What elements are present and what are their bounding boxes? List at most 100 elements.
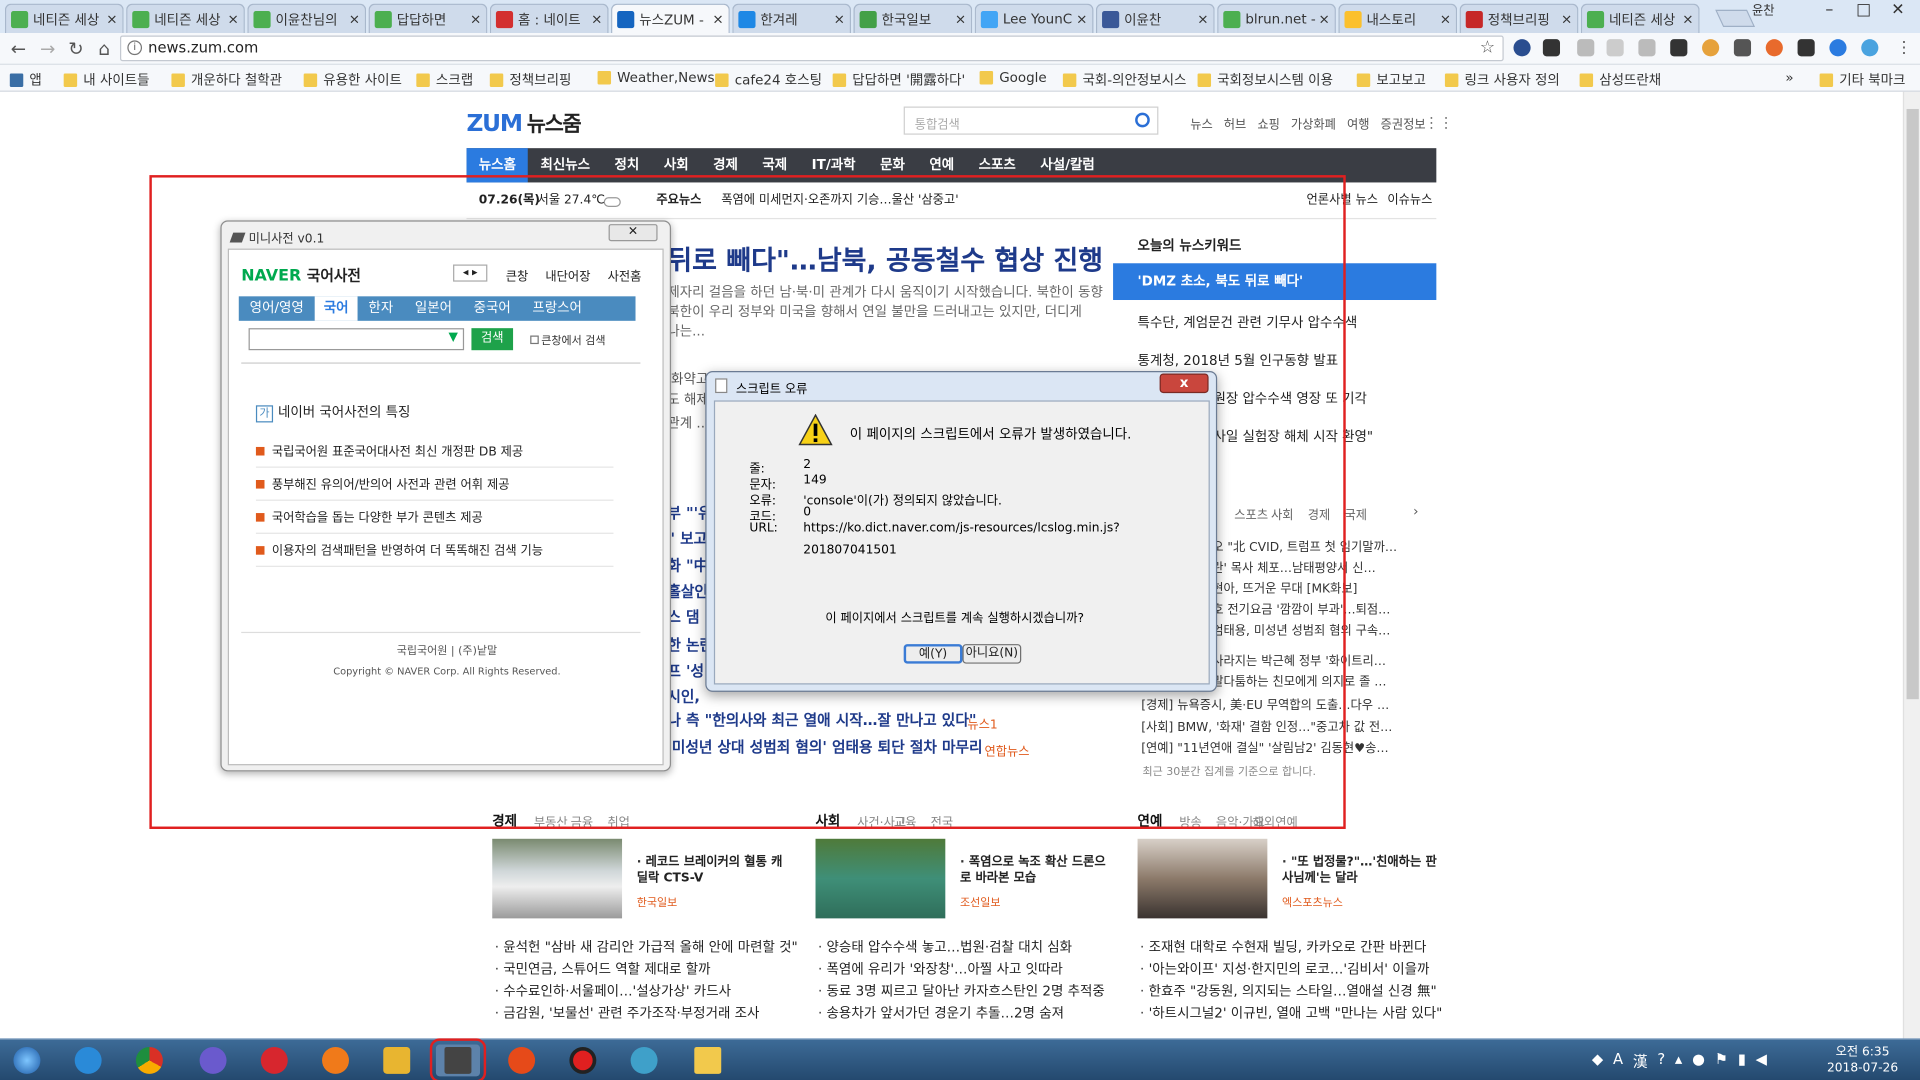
news-thumbnail[interactable] bbox=[815, 838, 946, 919]
minimize-icon[interactable]: – bbox=[1812, 0, 1846, 22]
tab-close-icon[interactable]: × bbox=[591, 11, 602, 27]
opera-icon[interactable] bbox=[255, 1044, 294, 1076]
browser-tab[interactable]: 답답하면 × bbox=[368, 3, 488, 34]
yes-button[interactable]: 예(Y) bbox=[903, 644, 963, 664]
mini-option-link[interactable]: 사전홈 bbox=[608, 266, 642, 284]
section-news-item[interactable]: 동료 3명 찌르고 달아난 카자흐스탄인 2명 추적중 bbox=[818, 981, 1105, 1001]
mini-dict-tab[interactable]: 국어 bbox=[314, 296, 358, 321]
clock[interactable]: 오전 6:35 2018-07-26 bbox=[1827, 1044, 1898, 1076]
forward-icon[interactable]: → bbox=[37, 38, 59, 60]
card-headline[interactable]: 레코드 브레이커의 혈통 캐딜락 CTS-V bbox=[637, 855, 794, 887]
prev-next-arrows[interactable]: ◂ ▸ bbox=[453, 264, 488, 282]
mini-dict-tab[interactable]: 프랑스어 bbox=[522, 296, 593, 320]
top-link[interactable]: 증권정보 bbox=[1381, 114, 1426, 132]
tab-close-icon[interactable]: × bbox=[1440, 11, 1451, 27]
input-mode-icon[interactable]: A bbox=[1613, 1051, 1623, 1072]
browser-tab[interactable]: blrun.net - × bbox=[1217, 3, 1336, 34]
checkbox-icon[interactable] bbox=[530, 335, 539, 345]
section-news-item[interactable]: 송용차가 앞서가던 경운기 추돌…2명 숨져 bbox=[818, 1003, 1064, 1023]
browser-tab[interactable]: 한국일보 × bbox=[853, 3, 973, 34]
section-news-item[interactable]: 국민연금, 스튜어드 역할 제대로 할까 bbox=[495, 959, 710, 979]
flag-icon[interactable]: ⚑ bbox=[1715, 1051, 1728, 1072]
bookmark-other[interactable]: 기타 북마크 bbox=[1819, 70, 1905, 90]
section-news-item[interactable]: 폭염에 유리가 '와장창'…아찔 사고 잇따라 bbox=[818, 959, 1063, 979]
tab-close-icon[interactable]: × bbox=[1076, 11, 1087, 27]
section-news-item[interactable]: 조재현 대학로 수현재 빌딩, 카카오로 간판 바뀐다 bbox=[1140, 937, 1427, 957]
maximize-icon[interactable]: □ bbox=[1847, 0, 1881, 22]
mini-search-input[interactable]: ▼ bbox=[248, 328, 465, 351]
card-headline[interactable]: 폭염으로 녹조 확산 드론으로 바라본 모습 bbox=[960, 855, 1117, 887]
back-icon[interactable]: ← bbox=[7, 38, 29, 60]
folder-icon[interactable] bbox=[688, 1044, 727, 1076]
menu-icon[interactable]: ⋮ bbox=[1893, 38, 1915, 60]
tab-close-icon[interactable]: × bbox=[1197, 11, 1208, 27]
extension-icon[interactable] bbox=[1513, 39, 1531, 57]
tab-close-icon[interactable]: × bbox=[1682, 11, 1693, 27]
bookmark-item[interactable]: 앱 bbox=[9, 70, 42, 90]
mini-option-link[interactable]: 내단어장 bbox=[545, 266, 590, 284]
bookmark-item[interactable]: 삼성뜨란채 bbox=[1579, 70, 1661, 90]
app-icon[interactable] bbox=[193, 1044, 232, 1076]
rss-icon[interactable] bbox=[1606, 39, 1624, 57]
profile-button[interactable]: 윤찬 bbox=[1736, 2, 1790, 22]
top-link[interactable]: 허브 bbox=[1224, 114, 1247, 132]
category-tab[interactable]: 국제 bbox=[1345, 504, 1368, 522]
news-thumbnail[interactable] bbox=[492, 838, 623, 919]
browser-tab[interactable]: 홈 : 네이트 × bbox=[489, 3, 609, 34]
top-link[interactable]: 쇼핑 bbox=[1257, 114, 1280, 132]
bookmarks-more[interactable]: » bbox=[1785, 70, 1793, 86]
scroll-thumb[interactable] bbox=[1906, 108, 1919, 700]
search-input[interactable]: 통합검색 bbox=[903, 106, 1159, 135]
dictionary-app-icon[interactable] bbox=[429, 1038, 487, 1080]
browser-tab[interactable]: 네티즌 세상 × bbox=[126, 3, 245, 34]
tab-close-icon[interactable]: × bbox=[106, 11, 117, 27]
help-icon[interactable]: ? bbox=[1657, 1051, 1665, 1072]
top-link[interactable]: 뉴스 bbox=[1190, 114, 1213, 132]
mini-search-button[interactable]: 검색 bbox=[471, 328, 514, 351]
bookmark-item[interactable]: 내 사이트들 bbox=[63, 70, 150, 90]
cloud-icon[interactable] bbox=[1861, 39, 1879, 57]
tab-close-icon[interactable]: × bbox=[1319, 11, 1330, 27]
browser-tab[interactable]: 네티즌 세상 × bbox=[4, 3, 124, 34]
search-icon[interactable] bbox=[1135, 112, 1150, 128]
section-news-item[interactable]: 한효주 "강동원, 의지되는 스타일…열애설 신경 無" bbox=[1140, 981, 1437, 1001]
bookmark-item[interactable]: 유용한 사이트 bbox=[303, 70, 402, 90]
issue-news-link[interactable]: 이슈뉴스 bbox=[1387, 187, 1432, 214]
card-headline[interactable]: "또 법정물?"…'친애하는 판사님께'는 달라 bbox=[1282, 855, 1439, 887]
bookmark-item[interactable]: 보고보고 bbox=[1356, 70, 1426, 90]
mini-dict-tab[interactable]: 일본어 bbox=[404, 296, 463, 320]
extension-icon[interactable] bbox=[1797, 39, 1815, 57]
section-news-item[interactable]: '아는와이프' 지성·한지민의 로코…'김비서' 이을까 bbox=[1140, 959, 1430, 979]
no-button[interactable]: 아니요(N) bbox=[962, 644, 1022, 664]
extension-icon[interactable] bbox=[1542, 39, 1561, 57]
tab-close-icon[interactable]: × bbox=[470, 11, 481, 27]
extension-icon[interactable] bbox=[1638, 39, 1656, 57]
bookmark-star-icon[interactable]: ☆ bbox=[1480, 37, 1495, 60]
tab-close-icon[interactable]: × bbox=[712, 11, 723, 27]
top-link[interactable]: 가상화폐 bbox=[1291, 114, 1336, 132]
internet-explorer-icon[interactable] bbox=[69, 1044, 108, 1076]
firefox-icon[interactable] bbox=[316, 1044, 355, 1076]
cookie-icon[interactable] bbox=[1702, 39, 1720, 57]
tab-close-icon[interactable]: × bbox=[955, 11, 966, 27]
app-icon[interactable] bbox=[624, 1044, 663, 1076]
browser-tab[interactable]: 이윤찬님의 × bbox=[247, 3, 367, 34]
bookmark-item[interactable]: 국회정보시스템 이용 bbox=[1197, 70, 1333, 90]
bookmark-item[interactable]: 개운하다 철학관 bbox=[171, 70, 282, 90]
chrome-icon[interactable] bbox=[130, 1044, 169, 1076]
bookmark-item[interactable]: 국회-의안정보시스 bbox=[1062, 70, 1186, 90]
tray-arrow-icon[interactable]: ▴ bbox=[1675, 1051, 1682, 1072]
info-icon[interactable]: i bbox=[127, 40, 143, 56]
extension-icon[interactable] bbox=[1670, 39, 1688, 57]
browser-tab[interactable]: Lee YounC × bbox=[974, 3, 1094, 34]
bookmark-item[interactable]: 답답하면 '開露하다' bbox=[832, 70, 965, 90]
signal-icon[interactable]: ▮ bbox=[1738, 1051, 1746, 1072]
section-news-item[interactable]: '하트시그널2' 이규빈, 열애 고백 "만나는 사람 있다" bbox=[1140, 1003, 1443, 1023]
grid-menu-icon[interactable]: ⋮⋮ bbox=[1424, 114, 1453, 131]
section-news-item[interactable]: 수수료인하·서울페이…'설상가상' 카드사 bbox=[495, 981, 731, 1001]
dialog-close-button[interactable]: x bbox=[1159, 373, 1209, 394]
top-link[interactable]: 여행 bbox=[1347, 114, 1370, 132]
bookmark-item[interactable]: 링크 사용자 정의 bbox=[1444, 70, 1560, 90]
mini-dict-tab[interactable]: 중국어 bbox=[463, 296, 522, 320]
bookmark-item[interactable]: Google bbox=[979, 70, 1047, 86]
